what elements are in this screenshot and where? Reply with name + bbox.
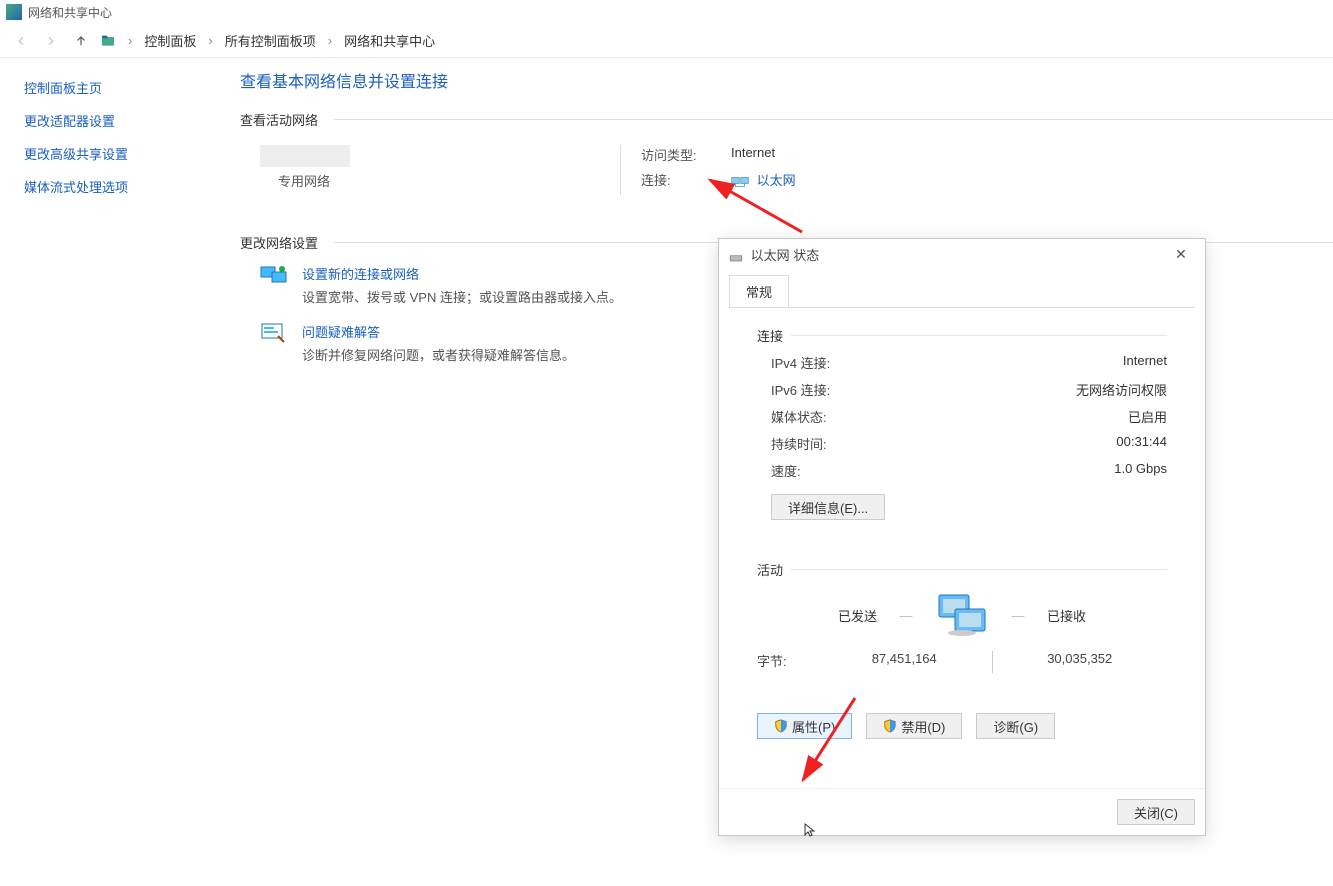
annotation-arrow-2 <box>785 690 865 790</box>
troubleshoot-desc: 诊断并修复网络问题，或者获得疑难解答信息。 <box>302 345 575 364</box>
disable-button[interactable]: 禁用(D) <box>866 713 962 739</box>
duration-value: 00:31:44 <box>1116 434 1167 453</box>
ipv4-label: IPv4 连接: <box>771 353 830 372</box>
shield-icon <box>774 719 788 733</box>
network-name-redacted <box>260 145 350 167</box>
sent-label: 已发送 <box>757 606 877 625</box>
folder-icon <box>100 33 116 49</box>
speed-label: 速度: <box>771 461 801 480</box>
connection-label: 连接: <box>641 170 705 189</box>
sidebar: 控制面板主页 更改适配器设置 更改高级共享设置 媒体流式处理选项 <box>0 58 220 886</box>
sidebar-adapter-settings[interactable]: 更改适配器设置 <box>24 111 196 130</box>
chevron-right-icon: › <box>324 33 336 48</box>
setup-connection-link[interactable]: 设置新的连接或网络 <box>302 267 419 282</box>
chevron-right-icon: › <box>204 33 216 48</box>
nav-up-icon[interactable] <box>70 30 92 52</box>
nav-back-icon[interactable] <box>10 30 32 52</box>
sidebar-home[interactable]: 控制面板主页 <box>24 78 196 97</box>
media-state-label: 媒体状态: <box>771 407 827 426</box>
duration-label: 持续时间: <box>771 434 827 453</box>
ipv6-label: IPv6 连接: <box>771 380 830 399</box>
diagnose-button[interactable]: 诊断(G) <box>976 713 1055 739</box>
media-state-value: 已启用 <box>1128 407 1167 426</box>
ethernet-icon <box>731 176 749 188</box>
sidebar-media-streaming[interactable]: 媒体流式处理选项 <box>24 177 196 196</box>
details-button[interactable]: 详细信息(E)... <box>771 494 885 520</box>
network-type: 专用网络 <box>260 171 580 190</box>
breadcrumb-l1[interactable]: 控制面板 <box>144 31 196 50</box>
ethernet-status-dialog: 以太网 状态 ✕ 常规 连接 IPv4 连接: Internet IPv6 连接:… <box>718 238 1206 836</box>
dialog-nic-icon <box>729 251 743 261</box>
ipv4-value: Internet <box>1123 353 1167 372</box>
troubleshoot-icon <box>260 322 288 344</box>
tab-general[interactable]: 常规 <box>729 275 789 307</box>
bytes-received: 30,035,352 <box>993 651 1168 673</box>
window-titlebar: 网络和共享中心 <box>0 0 1333 24</box>
setup-connection-desc: 设置宽带、拨号或 VPN 连接；或设置路由器或接入点。 <box>302 287 622 306</box>
active-networks-label: 查看活动网络 <box>240 110 1333 129</box>
connection-link[interactable]: 以太网 <box>757 173 796 188</box>
bytes-label: 字节: <box>757 651 817 673</box>
address-bar: › 控制面板 › 所有控制面板项 › 网络和共享中心 <box>0 24 1333 58</box>
breadcrumb-l2[interactable]: 所有控制面板项 <box>225 31 316 50</box>
access-type-value: Internet <box>731 145 775 164</box>
computers-icon <box>935 593 989 637</box>
bytes-sent: 87,451,164 <box>817 651 992 673</box>
nav-forward-icon[interactable] <box>40 30 62 52</box>
app-icon <box>6 4 22 20</box>
group-connection: 连接 <box>757 326 1167 345</box>
sidebar-advanced-sharing[interactable]: 更改高级共享设置 <box>24 144 196 163</box>
ipv6-value: 无网络访问权限 <box>1076 380 1167 399</box>
properties-button[interactable]: 属性(P) <box>757 713 852 739</box>
chevron-right-icon: › <box>124 33 136 48</box>
group-activity: 活动 <box>757 560 1167 579</box>
dialog-title: 以太网 状态 <box>751 248 820 263</box>
breadcrumb-l3[interactable]: 网络和共享中心 <box>344 31 435 50</box>
setup-connection-icon <box>260 264 288 286</box>
close-button[interactable]: 关闭(C) <box>1117 799 1195 825</box>
close-icon[interactable]: ✕ <box>1167 246 1195 263</box>
troubleshoot-link[interactable]: 问题疑难解答 <box>302 325 380 340</box>
access-type-label: 访问类型: <box>641 145 705 164</box>
received-label: 已接收 <box>1047 606 1167 625</box>
window-title: 网络和共享中心 <box>28 4 112 21</box>
cursor-icon <box>803 822 819 838</box>
speed-value: 1.0 Gbps <box>1114 461 1167 480</box>
shield-icon <box>883 719 897 733</box>
page-heading: 查看基本网络信息并设置连接 <box>240 68 1333 92</box>
